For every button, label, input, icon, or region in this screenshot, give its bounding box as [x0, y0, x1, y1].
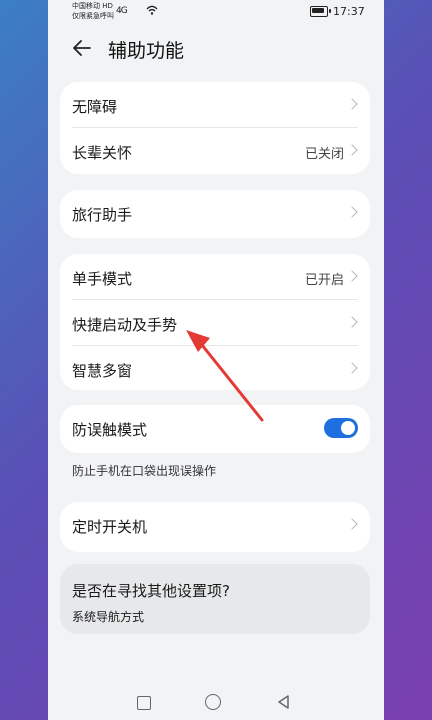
- setting-label: 长辈关怀: [72, 144, 133, 162]
- setting-scheduled-power[interactable]: 定时开关机: [60, 502, 370, 548]
- setting-label: 防误触模式: [72, 421, 148, 439]
- chevron-right-icon: [346, 144, 358, 156]
- nav-square-icon[interactable]: [137, 696, 151, 710]
- carrier-info: 中国移动 HD 仅限紧急呼叫: [72, 1, 114, 21]
- phone-screen: 中国移动 HD 仅限紧急呼叫 4G 17:37 辅助功能 无障碍 长辈关怀 已关…: [48, 0, 384, 720]
- carrier-status: 仅限紧急呼叫: [72, 12, 114, 20]
- chevron-right-icon: [346, 316, 358, 328]
- page-header: 辅助功能: [48, 26, 384, 72]
- settings-card-2: 旅行助手: [60, 190, 370, 238]
- setting-label: 旅行助手: [72, 206, 133, 224]
- setting-accessibility[interactable]: 无障碍: [60, 82, 370, 128]
- setting-smart-multiwindow[interactable]: 智慧多窗: [60, 346, 370, 392]
- setting-one-hand-mode[interactable]: 单手模式 已开启: [60, 254, 370, 300]
- nav-home-icon[interactable]: [205, 694, 221, 710]
- back-arrow-icon[interactable]: [70, 36, 94, 60]
- suggestion-question: 是否在寻找其他设置项?: [72, 582, 230, 600]
- settings-card-3: 单手模式 已开启 快捷启动及手势 智慧多窗: [60, 254, 370, 390]
- setting-label: 定时开关机: [72, 518, 148, 536]
- setting-accidental-touch: 防误触模式: [60, 405, 370, 451]
- setting-label: 智慧多窗: [72, 362, 133, 380]
- navigation-bar: [48, 682, 384, 720]
- chevron-right-icon: [346, 206, 358, 218]
- accidental-touch-toggle[interactable]: [324, 418, 358, 438]
- setting-shortcuts-gestures[interactable]: 快捷启动及手势: [60, 300, 370, 346]
- settings-card-4: 防误触模式: [60, 405, 370, 453]
- nav-back-icon[interactable]: [277, 695, 291, 709]
- suggestion-card: 是否在寻找其他设置项? 系统导航方式: [60, 564, 370, 634]
- chevron-right-icon: [346, 98, 358, 110]
- settings-card-5: 定时开关机: [60, 502, 370, 552]
- setting-value: 已开启: [304, 273, 344, 288]
- clock: 17:37: [333, 5, 365, 18]
- setting-label: 单手模式: [72, 270, 133, 288]
- setting-label: 快捷启动及手势: [72, 316, 178, 334]
- suggestion-link[interactable]: 系统导航方式: [72, 608, 144, 625]
- signal-icon: 4G: [116, 6, 128, 16]
- wifi-icon: [146, 5, 158, 15]
- settings-card-1: 无障碍 长辈关怀 已关闭: [60, 82, 370, 174]
- carrier-name: 中国移动 HD: [72, 2, 113, 10]
- setting-label: 无障碍: [72, 98, 118, 116]
- chevron-right-icon: [346, 362, 358, 374]
- status-bar: 中国移动 HD 仅限紧急呼叫 4G 17:37: [48, 0, 384, 24]
- page-title: 辅助功能: [108, 40, 185, 62]
- setting-travel-assistant[interactable]: 旅行助手: [60, 190, 370, 236]
- setting-value: 已关闭: [304, 147, 344, 162]
- chevron-right-icon: [346, 270, 358, 282]
- battery-icon: [310, 6, 331, 17]
- setting-elder-care[interactable]: 长辈关怀 已关闭: [60, 128, 370, 174]
- chevron-right-icon: [346, 518, 358, 530]
- setting-description: 防止手机在口袋出现误操作: [72, 464, 217, 478]
